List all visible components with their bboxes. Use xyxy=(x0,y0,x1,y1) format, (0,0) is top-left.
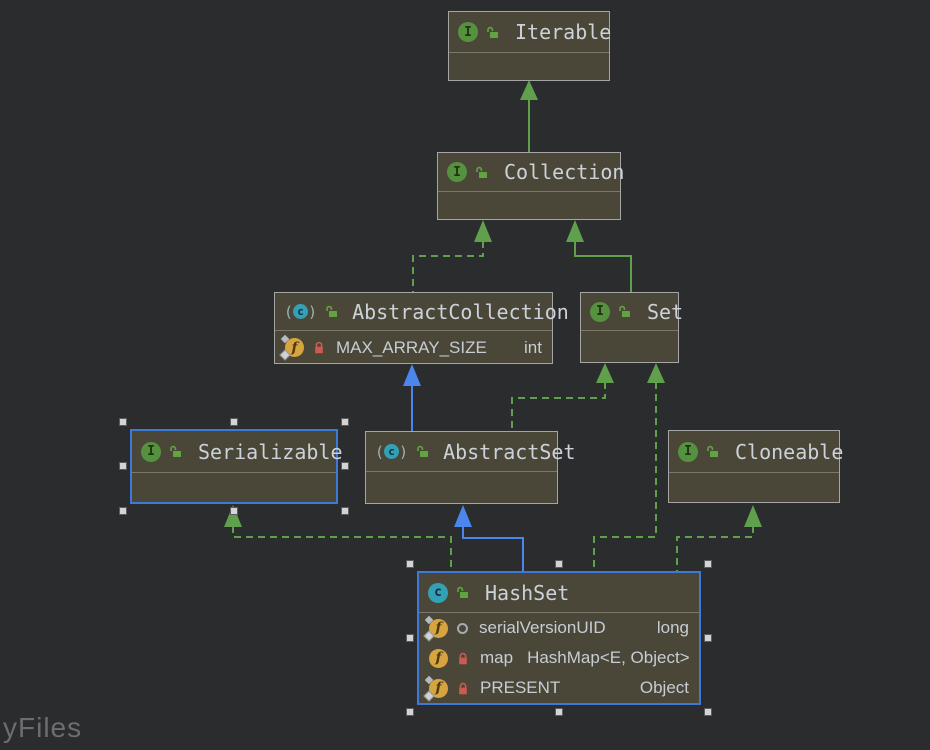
class-name: HashSet xyxy=(485,580,570,605)
edge-hashset-extends-abstractset[interactable] xyxy=(454,505,524,571)
public-open-lock-icon xyxy=(618,305,631,318)
class-name: AbstractSet xyxy=(443,439,576,464)
public-open-lock-icon xyxy=(169,445,182,458)
selection-handle[interactable] xyxy=(555,708,563,716)
class-name: Cloneable xyxy=(735,439,844,464)
selection-handle[interactable] xyxy=(119,462,127,470)
selection-handle[interactable] xyxy=(406,634,414,642)
selection-handle[interactable] xyxy=(119,418,127,426)
interface-icon: I xyxy=(590,301,610,322)
yfiles-watermark: yFiles xyxy=(3,712,83,743)
edge-hashset-implements-serializable[interactable] xyxy=(224,505,452,571)
public-open-lock-icon xyxy=(456,586,469,599)
public-open-lock-icon xyxy=(706,445,719,458)
class-node-abstract-set[interactable]: (c) AbstractSet xyxy=(365,431,576,504)
field-row-serialversionuid[interactable]: f serialVersionUID long xyxy=(419,613,699,643)
class-icon: c xyxy=(428,582,448,603)
private-lock-icon xyxy=(313,341,325,354)
class-node-serializable[interactable]: I Serializable xyxy=(130,429,343,504)
field-icon: f xyxy=(429,648,448,668)
private-lock-icon xyxy=(457,682,469,695)
public-open-lock-icon xyxy=(486,26,499,39)
static-final-field-icon: f xyxy=(423,675,448,702)
field-name: PRESENT xyxy=(480,678,561,697)
selection-handle[interactable] xyxy=(341,507,349,515)
static-final-field-icon: f xyxy=(423,615,448,642)
field-name: map xyxy=(480,648,514,667)
public-open-lock-icon xyxy=(475,166,488,179)
edge-hashset-implements-cloneable[interactable] xyxy=(676,505,762,571)
selection-handle[interactable] xyxy=(406,560,414,568)
class-node-hashset[interactable]: c HashSet f serialVersionUID long f map … xyxy=(417,571,701,705)
class-name: Collection xyxy=(504,160,625,184)
public-open-lock-icon xyxy=(325,305,338,318)
selection-handle[interactable] xyxy=(555,560,563,568)
edge-abstractset-implements-set[interactable] xyxy=(511,363,614,431)
field-name: serialVersionUID xyxy=(479,618,606,637)
field-row-present[interactable]: f PRESENT Object xyxy=(419,673,699,703)
selection-handle[interactable] xyxy=(704,634,712,642)
class-name: AbstractCollection xyxy=(352,299,569,324)
interface-icon: I xyxy=(141,441,161,462)
selection-handle[interactable] xyxy=(119,507,127,515)
class-name: Iterable xyxy=(515,20,612,44)
field-row-map[interactable]: f map HashMap<E, Object> xyxy=(419,643,699,673)
selection-handle[interactable] xyxy=(704,708,712,716)
selection-handle[interactable] xyxy=(406,708,414,716)
private-lock-icon xyxy=(457,652,469,665)
field-type: HashMap<E, Object> xyxy=(527,648,690,667)
field-type: Object xyxy=(639,678,689,697)
abstract-class-icon: (c) xyxy=(284,302,318,321)
selection-handle[interactable] xyxy=(230,418,238,426)
diagram-canvas[interactable]: I Iterable I Collection (c) AbstractColl… xyxy=(0,0,930,750)
field-name: MAX_ARRAY_SIZE xyxy=(336,337,487,357)
class-name: Serializable xyxy=(198,439,343,464)
selection-handle[interactable] xyxy=(704,560,712,568)
class-node-set[interactable]: I Set xyxy=(580,292,683,363)
selection-handle[interactable] xyxy=(341,418,349,426)
public-open-lock-icon xyxy=(416,445,429,458)
abstract-class-icon: (c) xyxy=(375,442,409,461)
edge-set-extends-collection[interactable] xyxy=(566,220,632,292)
field-type: int xyxy=(524,337,542,357)
package-private-icon xyxy=(457,622,468,634)
selection-handle[interactable] xyxy=(341,462,349,470)
field-row-max-array-size[interactable]: f MAX_ARRAY_SIZE int xyxy=(275,331,552,364)
class-node-cloneable[interactable]: I Cloneable xyxy=(668,430,844,503)
interface-icon: I xyxy=(458,22,478,42)
class-node-iterable[interactable]: I Iterable xyxy=(448,11,612,81)
interface-icon: I xyxy=(447,162,467,182)
class-name: Set xyxy=(647,299,684,324)
edge-collection-extends-iterable[interactable] xyxy=(520,80,538,152)
edge-abstractcollection-implements-collection[interactable] xyxy=(412,220,492,292)
selection-handle[interactable] xyxy=(230,507,238,515)
class-node-collection[interactable]: I Collection xyxy=(437,152,625,220)
field-type: long xyxy=(656,618,689,637)
interface-icon: I xyxy=(678,441,698,462)
edge-abstractset-extends-abstractcollection[interactable] xyxy=(403,364,421,431)
class-node-abstract-collection[interactable]: (c) AbstractCollection f MAX_ARRAY_SIZE … xyxy=(274,292,569,364)
static-final-field-icon: f xyxy=(279,334,304,361)
